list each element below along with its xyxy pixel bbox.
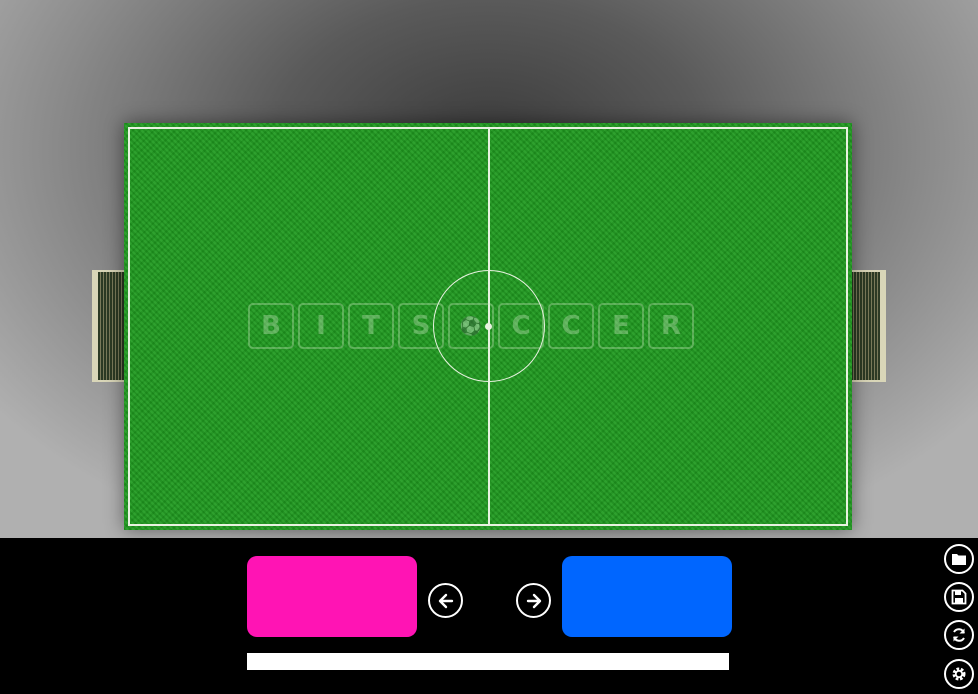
logo-tile: S (398, 303, 444, 349)
save-button[interactable] (944, 582, 974, 612)
left-goal (92, 270, 128, 382)
bits-soccer-logo: B I T S ⚽ C C E R (248, 303, 694, 349)
left-team-color-button[interactable] (247, 556, 417, 637)
open-button[interactable] (944, 544, 974, 574)
arrow-left-icon (436, 591, 456, 611)
next-button[interactable] (516, 583, 551, 618)
soccer-field[interactable]: B I T S ⚽ C C E R (124, 123, 852, 530)
folder-icon (951, 552, 967, 566)
logo-tile: B (248, 303, 294, 349)
logo-tile: E (598, 303, 644, 349)
right-goal-post (880, 272, 884, 380)
previous-button[interactable] (428, 583, 463, 618)
logo-tile-ball-icon: ⚽ (448, 303, 494, 349)
refresh-icon (950, 626, 968, 644)
refresh-button[interactable] (944, 620, 974, 650)
progress-fill (247, 653, 729, 670)
logo-tile: C (498, 303, 544, 349)
arrow-right-icon (524, 591, 544, 611)
right-team-color-button[interactable] (562, 556, 732, 637)
logo-tile: I (298, 303, 344, 349)
settings-icon (950, 665, 968, 683)
settings-button[interactable] (944, 659, 974, 689)
right-goal (850, 270, 886, 382)
logo-tile: C (548, 303, 594, 349)
left-goal-post (94, 272, 98, 380)
game-stage: B I T S ⚽ C C E R (0, 0, 978, 538)
logo-tile: R (648, 303, 694, 349)
app-bar (0, 538, 978, 694)
logo-tile: T (348, 303, 394, 349)
progress-bar (247, 653, 729, 670)
save-icon (951, 589, 967, 605)
